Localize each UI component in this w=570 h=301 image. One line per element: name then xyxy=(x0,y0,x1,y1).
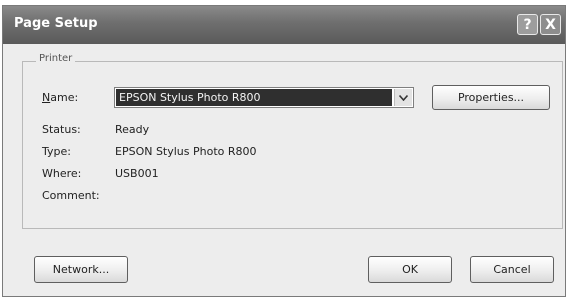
network-button[interactable]: Network... xyxy=(34,256,128,283)
status-label: Status: xyxy=(42,123,81,136)
printer-name-value: EPSON Stylus Photo R800 xyxy=(116,89,392,106)
chevron-down-icon xyxy=(399,94,408,101)
cancel-button-label: Cancel xyxy=(493,263,531,276)
status-value: Ready xyxy=(115,123,150,136)
help-icon: ? xyxy=(523,16,532,33)
type-value: EPSON Stylus Photo R800 xyxy=(115,145,257,158)
network-button-label: Network... xyxy=(52,263,110,276)
printer-name-select[interactable]: EPSON Stylus Photo R800 xyxy=(114,87,414,108)
printer-group-legend: Printer xyxy=(36,53,76,64)
comment-label: Comment: xyxy=(42,189,100,202)
where-label: Where: xyxy=(42,167,82,180)
window-title: Page Setup xyxy=(14,16,98,31)
ok-button[interactable]: OK xyxy=(368,256,452,283)
close-icon: X xyxy=(545,16,556,33)
ok-button-label: OK xyxy=(402,263,418,276)
where-value: USB001 xyxy=(115,167,159,180)
close-button[interactable]: X xyxy=(540,14,561,35)
type-label: Type: xyxy=(42,145,71,158)
help-button[interactable]: ? xyxy=(517,14,538,35)
title-bar[interactable]: Page Setup ? X xyxy=(3,6,565,44)
dropdown-arrow-button[interactable] xyxy=(394,89,412,106)
properties-button[interactable]: Properties... xyxy=(432,85,550,110)
name-label: Name: xyxy=(42,91,79,104)
cancel-button[interactable]: Cancel xyxy=(470,256,554,283)
